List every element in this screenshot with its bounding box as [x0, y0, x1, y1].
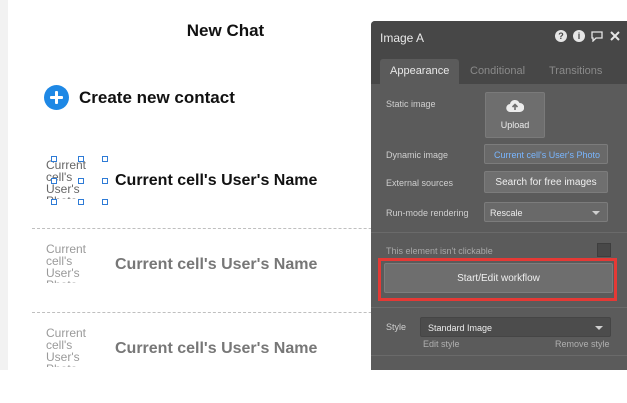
- not-clickable-checkbox[interactable]: [597, 243, 611, 257]
- selection-handle[interactable]: [51, 178, 57, 184]
- user-photo-placeholder: Current cell's User's Photo: [46, 327, 87, 367]
- section-divider: [371, 355, 627, 356]
- user-photo-image[interactable]: Current cell's User's Photo: [46, 243, 94, 283]
- header-icons: ? i: [555, 30, 621, 43]
- user-photo-placeholder: Current cell's User's Photo: [46, 243, 87, 283]
- user-photo-image[interactable]: Current cell's User's Photo: [46, 327, 94, 367]
- edit-style-link[interactable]: Edit style: [423, 339, 460, 349]
- style-value: Standard Image: [428, 323, 493, 333]
- user-name-text[interactable]: Current cell's User's Name: [115, 256, 317, 274]
- static-image-label: Static image: [386, 99, 436, 109]
- selection-handle[interactable]: [78, 178, 84, 184]
- panel-title: Image A: [380, 31, 425, 45]
- tab-conditional[interactable]: Conditional: [470, 59, 525, 84]
- close-icon[interactable]: [609, 30, 621, 42]
- chevron-down-icon: [595, 326, 603, 330]
- chevron-down-icon: [592, 211, 600, 215]
- cloud-upload-icon: [506, 99, 524, 113]
- dynamic-image-label: Dynamic image: [386, 150, 449, 160]
- tab-appearance[interactable]: Appearance: [380, 59, 460, 84]
- selection-handle[interactable]: [78, 199, 84, 205]
- selection-handle[interactable]: [102, 178, 108, 184]
- external-sources-label: External sources: [386, 178, 454, 188]
- panel-header[interactable]: Image A ? i: [371, 21, 627, 54]
- help-icon[interactable]: ?: [555, 30, 567, 42]
- style-label: Style: [386, 322, 407, 332]
- selection-handle[interactable]: [51, 156, 57, 162]
- upload-button[interactable]: Upload: [485, 92, 545, 138]
- selection-handle[interactable]: [102, 199, 108, 205]
- run-mode-label: Run-mode rendering: [386, 208, 469, 218]
- comment-icon[interactable]: [591, 30, 603, 43]
- panel-tabs: Appearance Conditional Transitions: [371, 54, 627, 84]
- section-divider: [371, 232, 627, 233]
- info-icon[interactable]: i: [573, 30, 585, 42]
- selection-handle[interactable]: [102, 156, 108, 162]
- run-mode-select[interactable]: Rescale: [484, 202, 608, 222]
- create-contact-label: Create new contact: [79, 87, 235, 107]
- selection-handle[interactable]: [51, 199, 57, 205]
- selection-handle[interactable]: [78, 156, 84, 162]
- create-contact-row[interactable]: Create new contact: [44, 85, 235, 110]
- plus-circle-icon[interactable]: [44, 85, 69, 110]
- style-select[interactable]: Standard Image: [420, 317, 611, 337]
- user-name-text[interactable]: Current cell's User's Name: [115, 340, 317, 358]
- search-free-images-button[interactable]: Search for free images: [484, 171, 608, 193]
- user-name-text[interactable]: Current cell's User's Name: [115, 172, 317, 190]
- run-mode-value: Rescale: [490, 208, 523, 218]
- remove-style-link[interactable]: Remove style: [555, 339, 610, 349]
- tab-transitions[interactable]: Transitions: [549, 59, 602, 84]
- start-edit-workflow-button[interactable]: Start/Edit workflow: [384, 263, 613, 293]
- section-divider: [371, 307, 627, 308]
- not-clickable-label: This element isn't clickable: [386, 246, 493, 256]
- property-editor-panel[interactable]: Image A ? i Appearance Conditional Trans…: [371, 21, 627, 370]
- canvas-gutter: [0, 0, 8, 370]
- upload-label: Upload: [500, 120, 530, 130]
- dynamic-image-field[interactable]: Current cell's User's Photo: [484, 144, 608, 164]
